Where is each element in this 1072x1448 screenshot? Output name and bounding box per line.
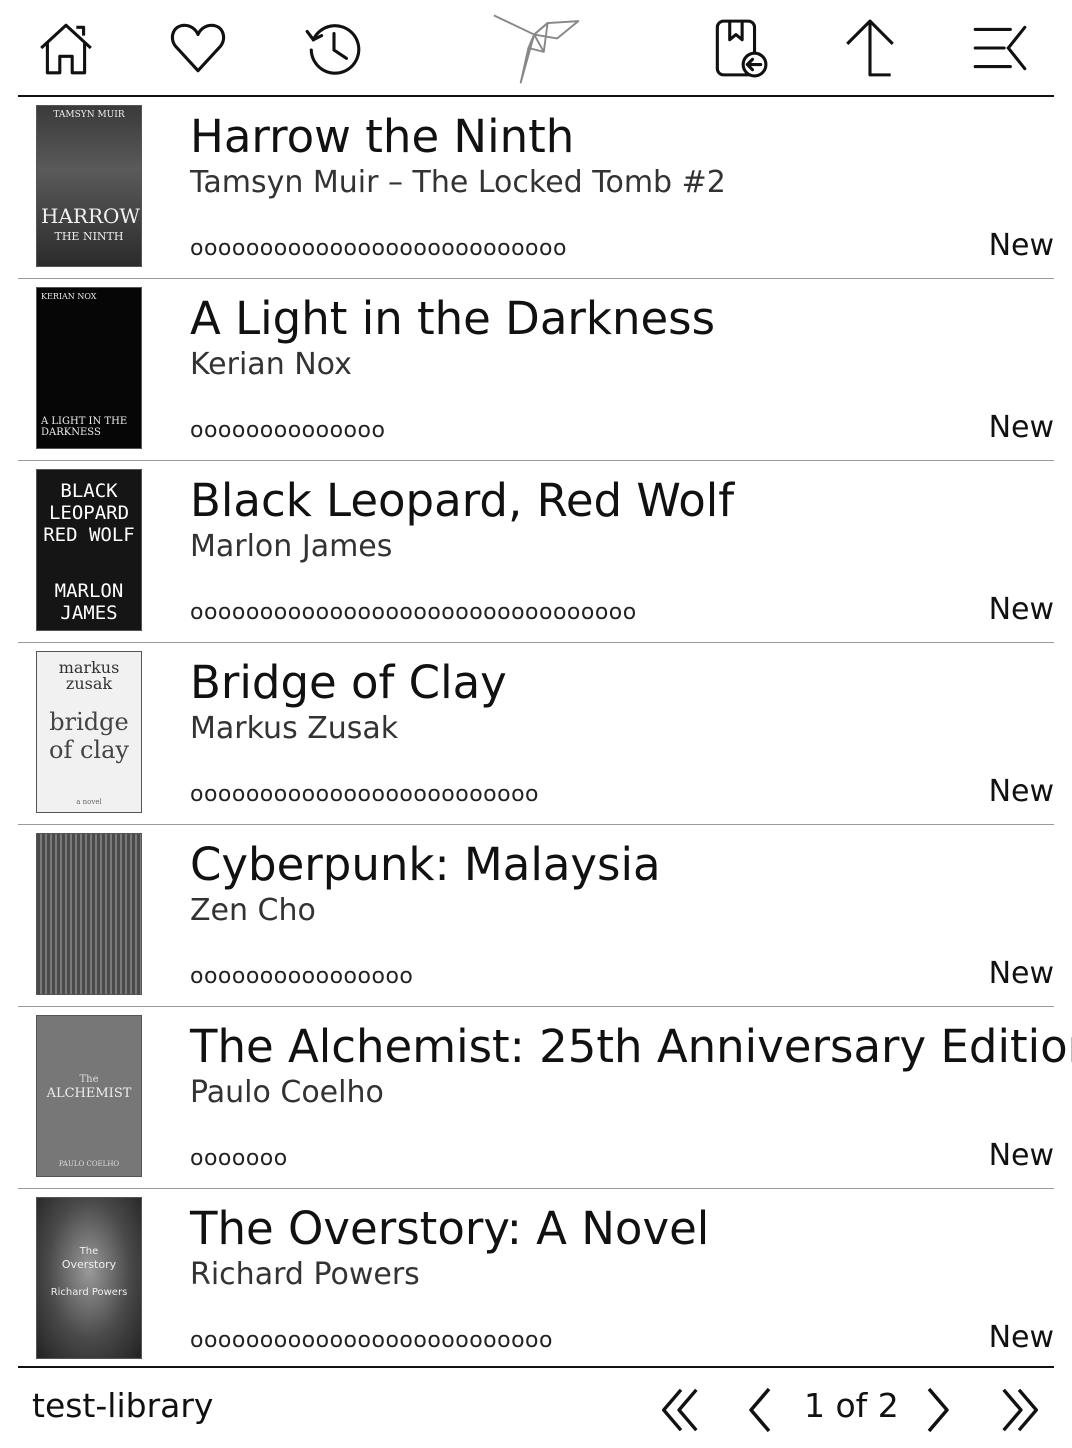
double-chevron-right-icon: [1002, 1388, 1038, 1432]
book-list: TAMSYN MUIR HARROW THE NINTH Harrow the …: [18, 97, 1072, 1370]
favorites-button[interactable]: [164, 14, 232, 82]
book-row[interactable]: BLACK LEOPARD RED WOLF MARLON JAMES Blac…: [18, 461, 1054, 643]
progress-dots: ooooooooooooooooooooooooo: [190, 782, 539, 807]
arrow-up-icon: [846, 19, 894, 77]
go-up-button[interactable]: [836, 14, 904, 82]
collections-button[interactable]: [704, 14, 772, 82]
progress-dots: ooooooooooooooooooooooooooo: [190, 236, 567, 261]
first-page-button[interactable]: [654, 1382, 706, 1438]
top-toolbar: [18, 0, 1054, 96]
book-title: Bridge of Clay: [190, 656, 507, 709]
progress-dots: oooooooooooooooooooooooooooooooo: [190, 600, 637, 625]
book-author: Markus Zusak: [190, 711, 399, 746]
book-row[interactable]: markus zusak bridge of clay a novel Brid…: [18, 643, 1054, 825]
book-cover: BLACK LEOPARD RED WOLF MARLON JAMES: [36, 469, 142, 631]
book-cover: KERIAN NOX A LIGHT IN THE DARKNESS: [36, 287, 142, 449]
last-page-button[interactable]: [994, 1382, 1046, 1438]
book-cover: The Overstory Richard Powers: [36, 1197, 142, 1359]
origami-bird-icon: [493, 14, 580, 84]
history-icon: [305, 24, 361, 75]
book-cover: TAMSYN MUIR HARROW THE NINTH: [36, 105, 142, 267]
book-title: Black Leopard, Red Wolf: [190, 474, 735, 527]
library-name: test-library: [32, 1386, 214, 1425]
menu-icon: [973, 25, 1027, 71]
progress-dots: ooooooo: [190, 1146, 288, 1171]
chevron-left-icon: [749, 1387, 771, 1433]
home-icon: [40, 23, 92, 75]
status-badge: New: [988, 228, 1054, 263]
book-author: Zen Cho: [190, 893, 316, 928]
book-row[interactable]: KERIAN NOX A LIGHT IN THE DARKNESS A Lig…: [18, 279, 1054, 461]
status-badge: New: [988, 774, 1054, 809]
heart-icon: [170, 23, 226, 73]
bookmark-return-icon: [715, 19, 768, 78]
book-author: Tamsyn Muir – The Locked Tomb #2: [190, 165, 726, 200]
footer-bar: test-library 1 of 2: [18, 1368, 1054, 1448]
book-row[interactable]: The Overstory Richard Powers The Oversto…: [18, 1189, 1054, 1370]
home-button[interactable]: [32, 14, 100, 82]
app-logo: [488, 14, 588, 84]
book-author: Richard Powers: [190, 1257, 420, 1292]
book-title: The Alchemist: 25th Anniversary Edition: [190, 1020, 1072, 1073]
history-button[interactable]: [300, 14, 368, 82]
double-chevron-left-icon: [662, 1388, 698, 1432]
status-badge: New: [988, 956, 1054, 991]
book-cover: [36, 833, 142, 995]
book-author: Kerian Nox: [190, 347, 352, 382]
progress-dots: oooooooooooooo: [190, 418, 386, 443]
book-cover: The ALCHEMIST PAULO COELHO: [36, 1015, 142, 1177]
book-title: Harrow the Ninth: [190, 110, 575, 163]
next-page-button[interactable]: [920, 1382, 960, 1438]
chevron-right-icon: [927, 1387, 949, 1433]
progress-dots: oooooooooooooooo: [190, 964, 414, 989]
status-badge: New: [988, 592, 1054, 627]
menu-button[interactable]: [966, 14, 1034, 82]
book-row[interactable]: Cyberpunk: Malaysia Zen Cho oooooooooooo…: [18, 825, 1054, 1007]
book-cover: markus zusak bridge of clay a novel: [36, 651, 142, 813]
status-badge: New: [988, 1320, 1054, 1355]
book-author: Paulo Coelho: [190, 1075, 384, 1110]
book-author: Marlon James: [190, 529, 393, 564]
book-title: Cyberpunk: Malaysia: [190, 838, 661, 891]
book-row[interactable]: The ALCHEMIST PAULO COELHO The Alchemist…: [18, 1007, 1072, 1189]
previous-page-button[interactable]: [738, 1382, 778, 1438]
book-title: The Overstory: A Novel: [190, 1202, 710, 1255]
book-title: A Light in the Darkness: [190, 292, 716, 345]
status-badge: New: [988, 1138, 1054, 1173]
progress-dots: oooooooooooooooooooooooooo: [190, 1328, 553, 1353]
book-row[interactable]: TAMSYN MUIR HARROW THE NINTH Harrow the …: [18, 97, 1054, 279]
status-badge: New: [988, 410, 1054, 445]
page-indicator: 1 of 2: [804, 1386, 899, 1425]
